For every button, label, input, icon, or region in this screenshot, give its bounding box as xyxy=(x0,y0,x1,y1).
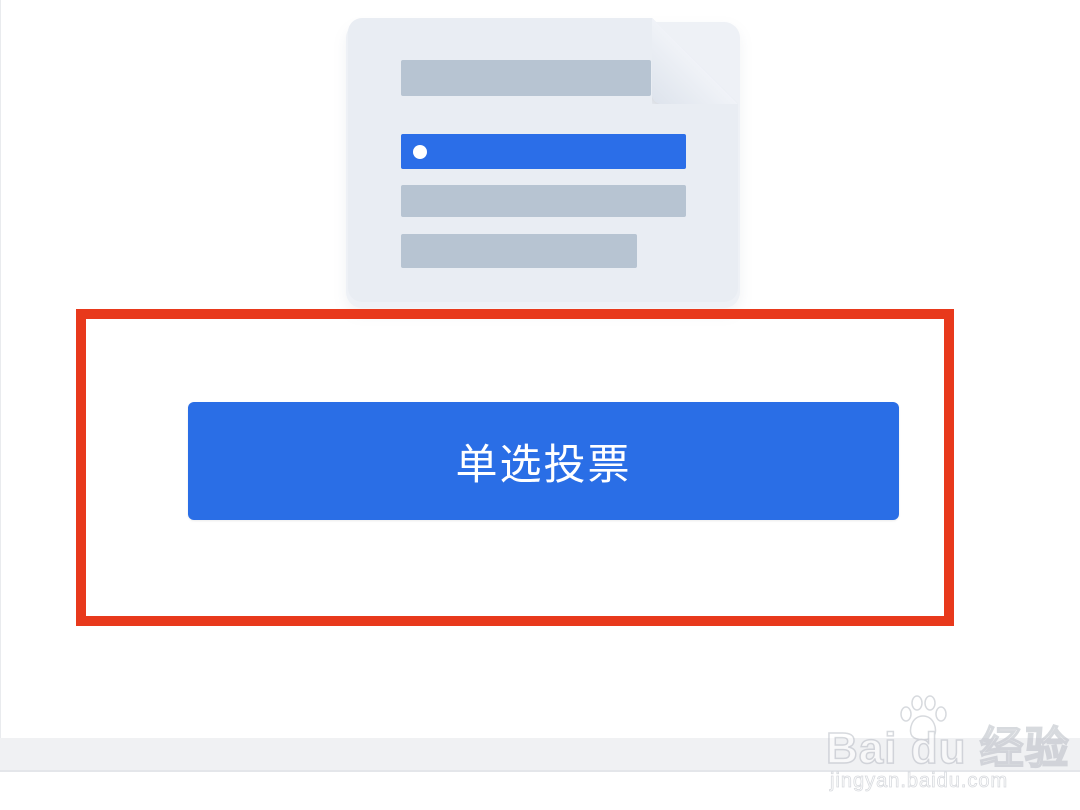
bottom-divider xyxy=(0,770,1080,772)
document-line xyxy=(401,60,651,96)
document-selected-option xyxy=(401,134,686,169)
app-screen: 单选投票 Bai du 经验 jingyan.baidu.com xyxy=(0,0,1080,810)
radio-dot-icon xyxy=(413,145,427,159)
watermark-url-text: jingyan.baidu.com xyxy=(830,770,1009,793)
baidu-paw-icon xyxy=(900,695,947,741)
document-line xyxy=(401,234,637,268)
left-edge-divider xyxy=(0,0,1,740)
bottom-bar xyxy=(0,738,1080,770)
document-line xyxy=(401,185,686,217)
single-choice-vote-button[interactable]: 单选投票 xyxy=(188,402,899,520)
